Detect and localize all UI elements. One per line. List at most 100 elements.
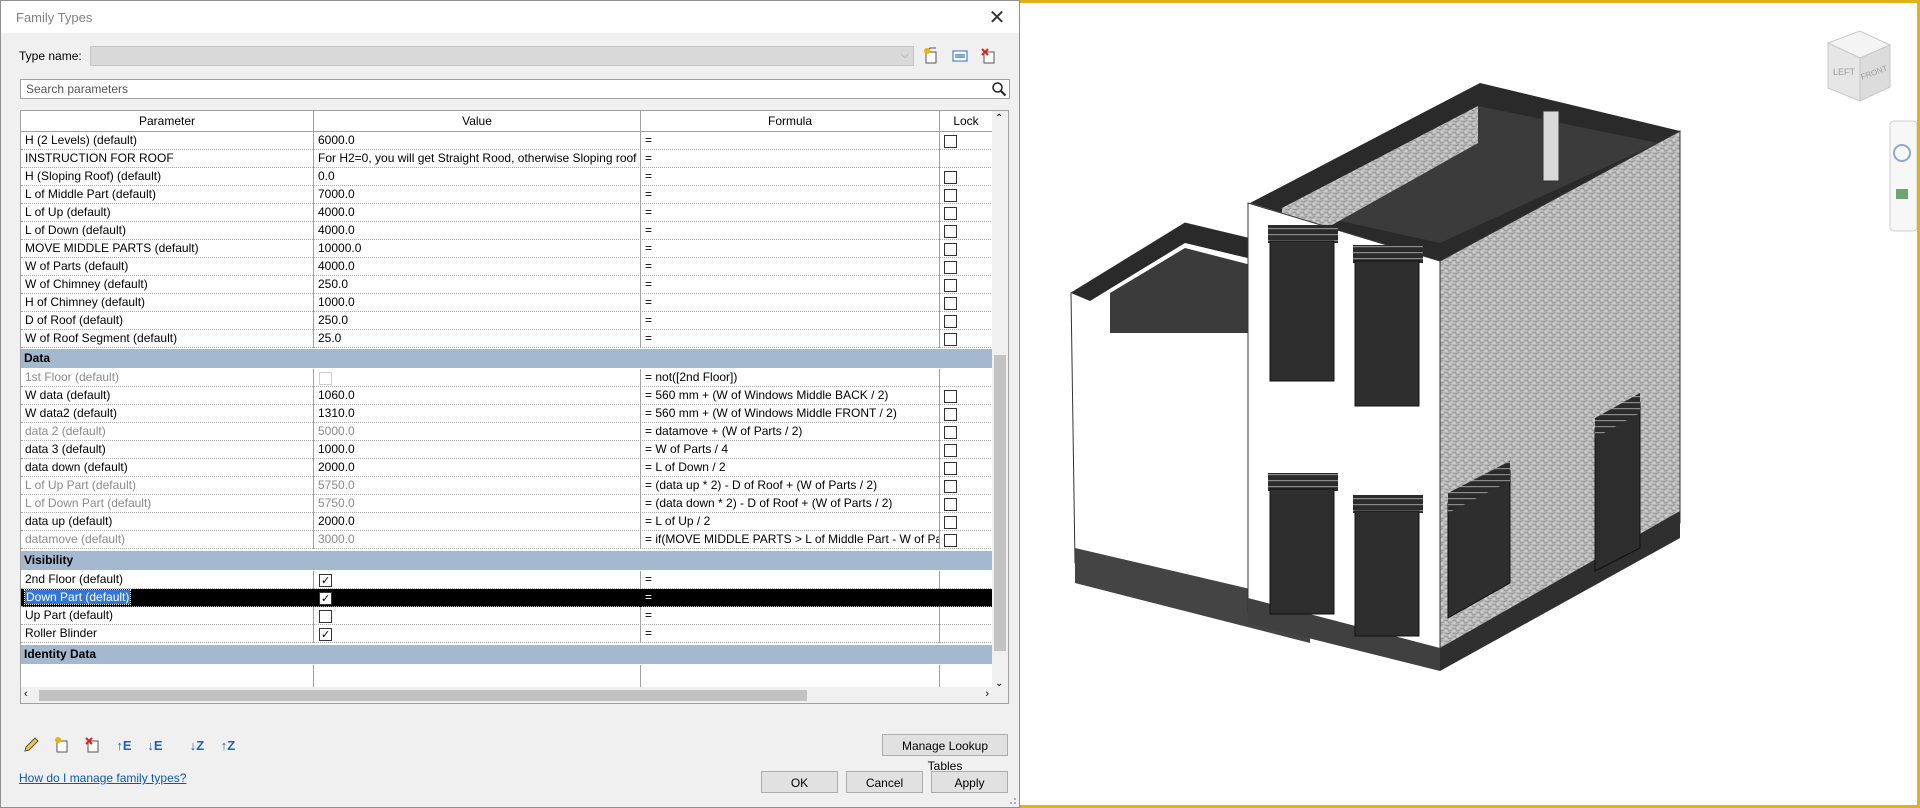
checkbox-unchecked[interactable] [944, 408, 957, 421]
sort-descending-icon[interactable]: ↑Z [217, 734, 239, 756]
formula-cell[interactable]: = W of Parts / 4 [641, 441, 940, 459]
checkbox-unchecked[interactable] [944, 189, 957, 202]
table-row[interactable]: W of Roof Segment (default) 25.0 = [21, 330, 993, 348]
lock-cell[interactable] [940, 258, 993, 276]
value-cell[interactable]: 1310.0 [314, 405, 641, 423]
value-cell[interactable]: 4000.0 [314, 204, 641, 222]
delete-parameter-icon[interactable] [82, 734, 104, 756]
formula-cell[interactable]: = [641, 186, 940, 204]
group-header[interactable]: Visibility [21, 551, 993, 570]
value-cell[interactable]: 10000.0 [314, 240, 641, 258]
formula-cell[interactable]: = [641, 589, 940, 607]
checkbox-unchecked[interactable] [944, 390, 957, 403]
checkbox-checked[interactable]: ✓ [319, 574, 332, 587]
formula-cell[interactable]: = [641, 222, 940, 240]
lock-cell[interactable] [940, 459, 993, 477]
checkbox-unchecked[interactable] [944, 171, 957, 184]
checkbox-unchecked[interactable] [944, 261, 957, 274]
value-cell[interactable]: 6000.0 [314, 132, 641, 150]
formula-cell[interactable]: = [641, 330, 940, 348]
lock-cell[interactable] [940, 330, 993, 348]
value-cell[interactable]: For H2=0, you will get Straight Rood, ot… [314, 150, 641, 168]
edit-parameter-icon[interactable] [20, 734, 42, 756]
value-cell[interactable]: 250.0 [314, 312, 641, 330]
help-link[interactable]: How do I manage family types? [19, 771, 186, 785]
table-row[interactable]: datamove (default) 3000.0 = if(MOVE MIDDLE… [21, 531, 993, 549]
lock-cell[interactable] [940, 513, 993, 531]
table-row[interactable]: H of Chimney (default) 1000.0 = [21, 294, 993, 312]
table-row[interactable]: L of Middle Part (default) 7000.0 = [21, 186, 993, 204]
checkbox-checked[interactable]: ✓ [319, 628, 332, 641]
delete-type-icon[interactable] [978, 45, 1000, 67]
parameter-name-cell[interactable]: L of Up (default) [21, 204, 314, 222]
table-row[interactable]: W data2 (default) 1310.0 = 560 mm + (W of … [21, 405, 993, 423]
table-row[interactable]: Roller Blinder ✓ = [21, 625, 993, 643]
checkbox-unchecked[interactable] [944, 207, 957, 220]
formula-cell[interactable]: = [641, 258, 940, 276]
lock-cell[interactable] [940, 168, 993, 186]
formula-cell[interactable]: = [641, 150, 940, 168]
table-row[interactable]: INSTRUCTION FOR ROOF For H2=0, you will g… [21, 150, 993, 168]
vertical-scrollbar[interactable]: ⌃ ⌄ [992, 111, 1008, 691]
parameter-name-cell[interactable]: INSTRUCTION FOR ROOF [21, 150, 314, 168]
formula-cell[interactable]: = not([2nd Floor]) [641, 369, 940, 387]
move-up-icon[interactable]: ↑E [113, 734, 135, 756]
lock-cell[interactable] [940, 186, 993, 204]
value-cell[interactable] [314, 369, 641, 387]
parameter-name-cell[interactable]: data up (default) [21, 513, 314, 531]
group-header[interactable]: Identity Data [21, 645, 993, 664]
checkbox-unchecked[interactable] [944, 315, 957, 328]
parameter-name-cell[interactable]: Roller Blinder [21, 625, 314, 643]
checkbox-unchecked[interactable] [319, 610, 332, 623]
sort-ascending-icon[interactable]: ↓Z [186, 734, 208, 756]
parameter-name-cell[interactable]: L of Middle Part (default) [21, 186, 314, 204]
value-cell[interactable]: 5750.0 [314, 495, 641, 513]
checkbox-unchecked[interactable] [944, 480, 957, 493]
parameter-name-cell[interactable]: Down Part (default) [21, 589, 314, 607]
table-row[interactable]: L of Down Part (default) 5750.0 = (data do… [21, 495, 993, 513]
resize-grip-icon[interactable] [1007, 795, 1017, 805]
table-row[interactable]: Down Part (default) ✓ = [21, 589, 993, 607]
checkbox-unchecked[interactable] [944, 297, 957, 310]
checkbox-unchecked[interactable] [944, 426, 957, 439]
value-cell[interactable] [314, 607, 641, 625]
lock-cell[interactable] [940, 240, 993, 258]
table-row[interactable]: H (Sloping Roof) (default) 0.0 = [21, 168, 993, 186]
checkbox-checked[interactable]: ✓ [319, 592, 332, 605]
parameter-name-cell[interactable]: MOVE MIDDLE PARTS (default) [21, 240, 314, 258]
parameter-name-cell[interactable]: H (2 Levels) (default) [21, 132, 314, 150]
lock-cell[interactable] [940, 477, 993, 495]
group-header[interactable]: Data [21, 349, 993, 368]
manage-lookup-tables-button[interactable]: Manage Lookup Tables [882, 734, 1008, 773]
search-input[interactable] [20, 79, 1010, 99]
parameter-name-cell[interactable]: data down (default) [21, 459, 314, 477]
column-header-lock[interactable]: Lock [940, 111, 993, 132]
lock-cell[interactable] [940, 405, 993, 423]
value-cell[interactable]: ✓ [314, 625, 641, 643]
value-cell[interactable]: 5750.0 [314, 477, 641, 495]
new-parameter-icon[interactable] [51, 734, 73, 756]
table-row[interactable]: L of Down (default) 4000.0 = [21, 222, 993, 240]
formula-cell[interactable]: = (data down * 2) - D of Roof + (W of Pa… [641, 495, 940, 513]
3d-viewport[interactable]: LEFT FRONT [1020, 0, 1920, 808]
value-cell[interactable]: 5000.0 [314, 423, 641, 441]
parameter-name-cell[interactable]: 1st Floor (default) [21, 369, 314, 387]
scroll-left-icon[interactable]: ‹ [24, 688, 28, 700]
formula-cell[interactable]: = 560 mm + (W of Windows Middle FRONT / … [641, 405, 940, 423]
formula-cell[interactable]: = L of Down / 2 [641, 459, 940, 477]
rename-type-icon[interactable] [949, 45, 971, 67]
formula-cell[interactable]: = datamove + (W of Parts / 2) [641, 423, 940, 441]
type-name-combo[interactable]: ⌵ [90, 46, 914, 66]
scroll-up-icon[interactable]: ⌃ [995, 113, 1003, 124]
checkbox-unchecked[interactable] [944, 243, 957, 256]
lock-cell[interactable] [940, 571, 993, 589]
checkbox-unchecked[interactable] [944, 279, 957, 292]
checkbox-unchecked[interactable] [944, 498, 957, 511]
parameter-name-cell[interactable]: W of Chimney (default) [21, 276, 314, 294]
parameter-name-cell[interactable]: 2nd Floor (default) [21, 571, 314, 589]
parameter-name-cell[interactable]: W data (default) [21, 387, 314, 405]
checkbox-unchecked[interactable] [944, 516, 957, 529]
parameter-name-cell[interactable]: H of Chimney (default) [21, 294, 314, 312]
table-row[interactable]: L of Up Part (default) 5750.0 = (data up *… [21, 477, 993, 495]
lock-cell[interactable] [940, 204, 993, 222]
